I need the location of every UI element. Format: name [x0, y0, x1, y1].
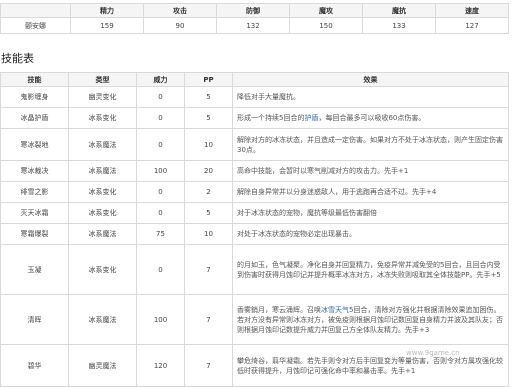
- skills-header-cell: 效果: [232, 72, 509, 87]
- skill-row: 冰晶护盾 冰系变化 0 5 形成一个持续5回合的护盾，每回合最多可以吸收60点伤害。: [0, 107, 509, 129]
- skill-row: 玉凝 冰系变化 0 7 的月如玉，色气凝聚。净化自身并回复精力，免疫异常并减免受的5回合…: [0, 244, 509, 295]
- stats-header-cell: 魔抗: [362, 3, 436, 18]
- skill-effect-text: ，每回合最多可以吸收60点伤害。: [318, 114, 426, 122]
- skill-pp: 10: [184, 223, 233, 245]
- skill-effect-text: 攀危绮谷，翦华凝霜。若先手则令对方后手回复变为等量伤害，否则令对方属攻强化较低时…: [237, 356, 503, 375]
- skills-header-cell: 威力: [136, 72, 185, 87]
- stats-row: 颤安娜 159 90 132 150 133 127: [0, 17, 509, 34]
- skill-power: 120: [136, 344, 185, 387]
- skill-effect-text: 解除自身异常并以分身迷惑敌人，用于逃跑再合适不过。先手+4: [237, 188, 437, 196]
- skill-power: 0: [136, 107, 185, 129]
- skill-pp: 2: [184, 181, 233, 203]
- stats-pet-name: 颤安娜: [0, 17, 71, 34]
- skill-effect: 香雾銷月，寒云涌辉。召唤冰雪天气5回合，清除对方强化并根据清除效果追加困伤。若对…: [232, 294, 509, 345]
- skill-power: 0: [136, 86, 185, 108]
- stats-value: 133: [362, 17, 436, 34]
- stats-value: 132: [216, 17, 290, 34]
- skill-power: 0: [136, 181, 185, 203]
- skill-type: 冰系变化: [68, 202, 137, 224]
- skill-effect-text: 降低对手大量魔抗。: [237, 93, 300, 101]
- skill-name: 玉凝: [0, 244, 69, 295]
- skill-power: 0: [136, 202, 185, 224]
- skill-pp: 5: [184, 202, 233, 224]
- stats-header-row: 精力 攻击 防御 魔攻 魔抗 速度: [0, 3, 509, 18]
- skill-effect: 解除对方的冰冻状态，并且造成一定伤害。如果对方不处于冰冻状态，则产生固定伤害30…: [232, 128, 509, 161]
- skill-row: 清晖 冰系魔法 100 7 香雾銷月，寒云涌辉。召唤冰雪天气5回合，清除对方强化并根据清…: [0, 294, 509, 345]
- skill-effect: 形成一个持续5回合的护盾，每回合最多可以吸收60点伤害。: [232, 107, 509, 129]
- skills-body: 鬼影缠身 幽灵变化 0 5 降低对手大量魔抗。 冰晶护盾 冰系变化 0 5 形成一个持续5回合的护…: [0, 86, 509, 387]
- stats-header-cell: [0, 3, 71, 18]
- skill-name: 清晖: [0, 294, 69, 345]
- skill-effect: 高命中技能，会暂时以寒气削减对方的攻击力。先手+1: [232, 160, 509, 182]
- skill-effect: 的月如玉，色气凝聚。净化自身并回复精力，免疫异常并减免受的5回合，且回合内受到伤…: [232, 244, 509, 295]
- skill-type: 冰系魔法: [68, 294, 137, 345]
- skill-power: 75: [136, 223, 185, 245]
- skill-name: 寒冰裁决: [0, 160, 69, 182]
- skills-header-cell: 类型: [68, 72, 137, 87]
- skill-pp: 20: [184, 160, 233, 182]
- stats-header-cell: 速度: [435, 3, 509, 18]
- skill-type: 幽灵魔法: [68, 344, 137, 387]
- skills-header-row: 技能 类型 威力 PP 效果: [0, 72, 509, 87]
- section-title: 技能表: [1, 52, 34, 65]
- skill-row: 灭天冰霜 冰系变化 0 5 对于冰冻状态的宠物，魔抗等级最低伤害翻倍: [0, 202, 509, 224]
- skill-name: 碧华: [0, 344, 69, 387]
- skill-name: 绯雪之影: [0, 181, 69, 203]
- stats-value: 127: [435, 17, 509, 34]
- skills-header-cell: 技能: [0, 72, 69, 87]
- skill-effect: 对于冰冻状态的宠物，魔抗等级最低伤害翻倍: [232, 202, 509, 224]
- skill-pp: 10: [184, 128, 233, 161]
- skill-pp: 5: [184, 107, 233, 129]
- skill-effect-text: 对处于冰冻状态的宠物必定出现暴击。: [237, 230, 356, 238]
- stats-header-cell: 精力: [70, 3, 144, 18]
- skill-effect: 对处于冰冻状态的宠物必定出现暴击。: [232, 223, 509, 245]
- skill-effect-text: 高命中技能，会暂时以寒气削减对方的攻击力。先手+1: [237, 167, 409, 175]
- skill-pp: 7: [184, 294, 233, 345]
- skill-name: 灭天冰霜: [0, 202, 69, 224]
- skill-type: 冰系魔法: [68, 128, 137, 161]
- stats-header-cell: 攻击: [143, 3, 217, 18]
- stats-value: 150: [289, 17, 363, 34]
- skill-pp: 7: [184, 344, 233, 387]
- skill-effect: 攀危绮谷，翦华凝霜。若先手则令对方后手回复变为等量伤害，否则令对方属攻强化较低时…: [232, 344, 509, 387]
- skill-effect-text: 香雾銷月，寒云涌辉。召唤: [237, 305, 321, 314]
- skills-header-cell: PP: [184, 72, 233, 87]
- skill-row: 寒冰裁决 冰系魔法 100 20 高命中技能，会暂时以寒气削减对方的攻击力。先手+1: [0, 160, 509, 182]
- skill-type: 冰系变化: [68, 244, 137, 295]
- watermark: www.9game.cn: [406, 349, 460, 357]
- skill-power: 0: [136, 128, 185, 161]
- skill-effect-text: 解除对方的冰冻状态，并且造成一定伤害。如果对方不处于冰冻状态，则产生固定伤害30…: [237, 135, 503, 154]
- stats-header-cell: 魔攻: [289, 3, 363, 18]
- skill-pp: 7: [184, 244, 233, 295]
- skill-type: 冰系魔法: [68, 223, 137, 245]
- skill-name: 冰晶护盾: [0, 107, 69, 129]
- skill-name: 寒冰裂地: [0, 128, 69, 161]
- skill-type: 冰系魔法: [68, 160, 137, 182]
- stats-header-cell: 防御: [216, 3, 290, 18]
- skill-type: 幽灵变化: [68, 86, 137, 108]
- skill-name: 鬼影缠身: [0, 86, 69, 108]
- skill-row: 鬼影缠身 幽灵变化 0 5 降低对手大量魔抗。: [0, 86, 509, 108]
- skill-row: 寒冰裂地 冰系魔法 0 10 解除对方的冰冻状态，并且造成一定伤害。如果对方不处于冰冻状…: [0, 128, 509, 161]
- skill-name: 寒霜爆裂: [0, 223, 69, 245]
- skill-pp: 5: [184, 86, 233, 108]
- skill-effect-link[interactable]: 护盾: [304, 114, 318, 122]
- skill-row: 绯雪之影 冰系变化 0 2 解除自身异常并以分身迷惑敌人，用于逃跑再合适不过。先手+4: [0, 181, 509, 203]
- stats-table: 精力 攻击 防御 魔攻 魔抗 速度 颤安娜 159 90 132 150 133…: [0, 3, 509, 34]
- stats-value: 90: [143, 17, 217, 34]
- skill-effect-link[interactable]: 冰雪天气: [321, 306, 349, 314]
- skill-type: 冰系变化: [68, 181, 137, 203]
- skill-power: 0: [136, 244, 185, 295]
- skill-effect-text: 形成一个持续5回合的: [237, 114, 305, 122]
- skills-table: 技能 类型 威力 PP 效果 鬼影缠身 幽灵变化 0 5 降低对手大量魔抗。 冰晶护盾 冰系…: [0, 72, 509, 387]
- skill-power: 100: [136, 160, 185, 182]
- skill-power: 100: [136, 294, 185, 345]
- skill-type: 冰系变化: [68, 107, 137, 129]
- skill-effect: 解除自身异常并以分身迷惑敌人，用于逃跑再合适不过。先手+4: [232, 181, 509, 203]
- skill-effect-text: 对于冰冻状态的宠物，魔抗等级最低伤害翻倍: [237, 209, 377, 217]
- skill-row: 寒霜爆裂 冰系魔法 75 10 对处于冰冻状态的宠物必定出现暴击。: [0, 223, 509, 245]
- skill-effect: 降低对手大量魔抗。: [232, 86, 509, 108]
- skill-effect-text: 的月如玉，色气凝聚。净化自身并回复精力，免疫异常并减免受的5回合，且回合内受到伤…: [237, 260, 501, 279]
- stats-value: 159: [70, 17, 144, 34]
